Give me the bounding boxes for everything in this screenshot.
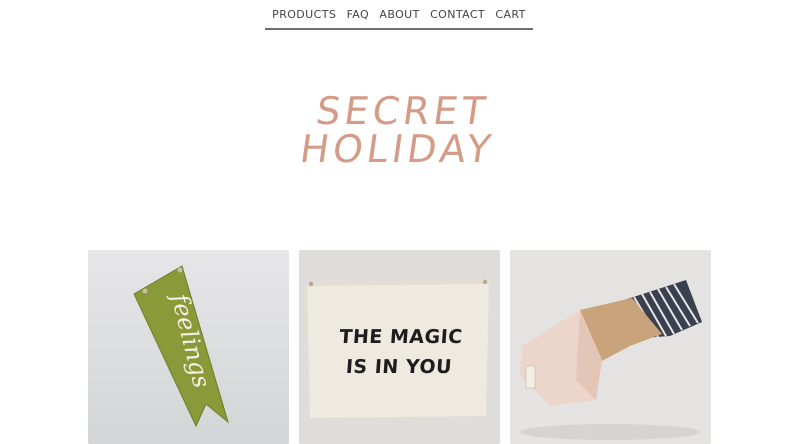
nav-products[interactable]: PRODUCTS (272, 7, 336, 21)
nav-faq[interactable]: FAQ (347, 7, 370, 21)
brand-logo-line1: SECRET (313, 89, 492, 133)
nav-contact[interactable]: CONTACT (430, 7, 485, 21)
magic-banner-line1: THE MAGIC (338, 326, 464, 348)
magic-banner-line2: IS IN YOU (345, 356, 453, 378)
nav-about[interactable]: ABOUT (379, 7, 419, 21)
eye-pillow-image (510, 250, 711, 444)
nav-cart[interactable]: CART (495, 7, 525, 21)
main-nav: PRODUCTS FAQ ABOUT CONTACT CART (265, 0, 533, 30)
magic-banner-text: THE MAGIC IS IN YOU (323, 322, 477, 382)
product-tile-eye-pillow[interactable] (510, 250, 711, 444)
brand-logo[interactable]: SECRET HOLIDAY (295, 89, 506, 171)
brand-logo-line2: HOLIDAY (297, 127, 498, 171)
